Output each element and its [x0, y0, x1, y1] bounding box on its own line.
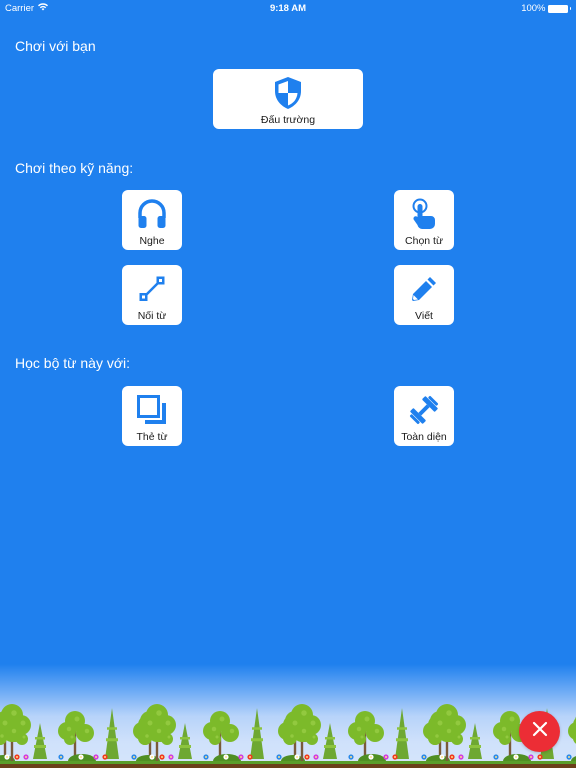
write-label: Viết	[415, 310, 433, 322]
clock: 9:18 AM	[269, 3, 307, 14]
tree-crown	[221, 724, 239, 742]
tree-crown	[451, 733, 463, 745]
tree-crown	[428, 731, 442, 745]
section-label-play-by-skill: Chơi theo kỹ năng:	[15, 160, 134, 176]
flashcards-icon	[135, 393, 169, 427]
tree-crown	[499, 733, 511, 745]
landscape-decoration	[0, 664, 576, 768]
status-bar: Carrier 9:18 AM 100%	[0, 0, 576, 18]
pine-tree	[178, 723, 192, 759]
pine-tree	[468, 723, 482, 759]
tree-crown	[354, 733, 366, 745]
arena-label: Đấu trường	[260, 114, 316, 126]
comprehensive-label: Toàn diện	[401, 431, 447, 443]
section-label-play-with-friends: Chơi với bạn	[15, 38, 96, 54]
shield-icon	[271, 76, 305, 110]
pine-tree	[250, 708, 264, 759]
arena-button[interactable]: Đấu trường	[213, 69, 363, 129]
pine-tree	[323, 723, 337, 759]
battery-icon	[547, 4, 568, 13]
listen-button[interactable]: Nghe	[122, 190, 182, 250]
pine-tree	[105, 708, 119, 759]
write-button[interactable]: Viết	[394, 265, 454, 325]
tree-crown	[138, 731, 152, 745]
flashcards-label: Thẻ từ	[136, 431, 168, 443]
headphones-icon	[135, 197, 169, 231]
battery-tip	[569, 7, 571, 10]
close-icon	[532, 721, 548, 742]
tree-crown	[16, 733, 28, 745]
choose-word-label: Chọn từ	[405, 235, 443, 247]
section-label-study-set: Học bộ từ này với:	[15, 355, 131, 371]
pine-tree	[395, 708, 409, 759]
flashcards-button[interactable]: Thẻ từ	[122, 386, 182, 446]
pencil-icon	[407, 272, 441, 306]
dumbbell-icon	[407, 393, 441, 427]
tree-crown	[283, 731, 297, 745]
connect-line-icon	[135, 272, 169, 306]
tree-crown	[76, 724, 94, 742]
tree-crown	[161, 733, 173, 745]
battery-indicator: 100%	[521, 3, 571, 14]
connect-words-button[interactable]: Nối từ	[122, 265, 182, 325]
tree-crown	[64, 733, 76, 745]
choose-word-button[interactable]: Chọn từ	[394, 190, 454, 250]
pine-tree	[33, 723, 47, 759]
tree-crown	[306, 733, 318, 745]
connect-words-label: Nối từ	[137, 310, 167, 322]
trees-and-flowers	[0, 704, 576, 768]
close-button[interactable]	[519, 711, 560, 752]
comprehensive-button[interactable]: Toàn diện	[394, 386, 454, 446]
tree-crown	[209, 733, 221, 745]
battery-percent: 100%	[521, 3, 546, 14]
soil-strip	[0, 764, 576, 768]
grass-strip	[0, 761, 576, 764]
tap-finger-icon	[407, 197, 441, 231]
listen-label: Nghe	[139, 235, 165, 247]
tree-crown	[366, 724, 384, 742]
